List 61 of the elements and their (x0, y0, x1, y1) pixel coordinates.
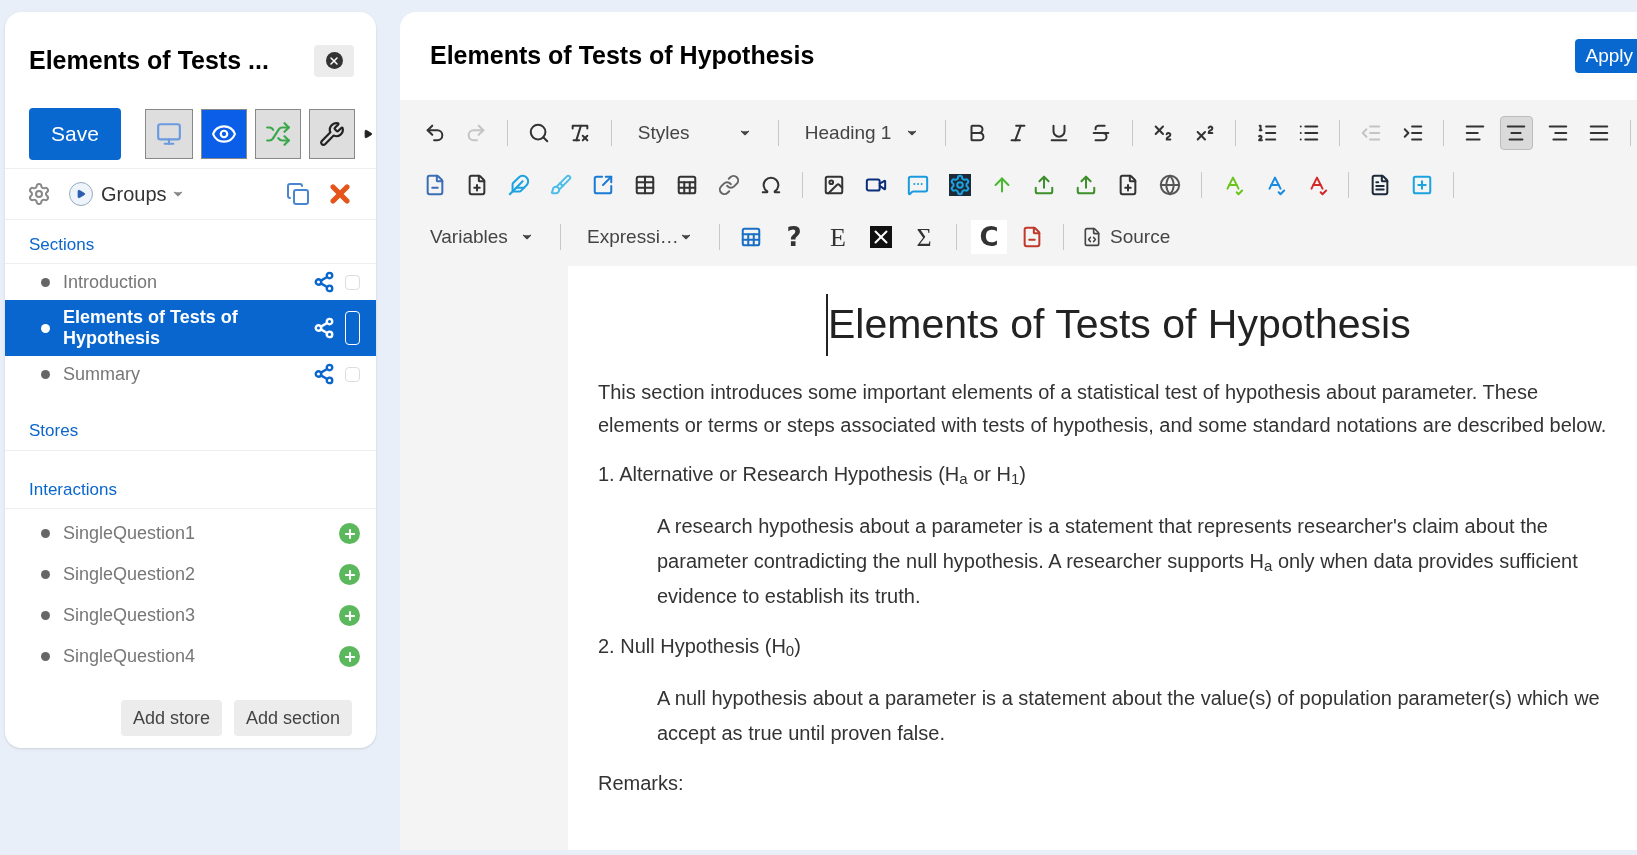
section-label: Introduction (63, 271, 159, 293)
groups-dropdown[interactable]: Groups (101, 178, 185, 209)
align-center-icon[interactable] (1499, 116, 1534, 150)
section-heading: Stores (29, 421, 79, 440)
section-label: Elements of Tests of Hypothesis (63, 307, 239, 349)
section-item[interactable]: Summary (5, 356, 376, 392)
bullet-icon (41, 277, 50, 287)
symbol-button[interactable]: C (971, 220, 1007, 254)
more-arrow-icon (363, 128, 373, 139)
share-icon[interactable] (313, 271, 335, 293)
list-heading: 1. Alternative or Research Hypothesis (H$_{a}$ or H$_{1}$) (598, 461, 1027, 490)
interaction-item[interactable]: SingleQuestion1 (63, 520, 196, 547)
toolbar-dropdown[interactable]: Expressi… (575, 220, 705, 254)
shuffle-icon (265, 120, 291, 147)
interaction-item[interactable]: SingleQuestion2 (63, 561, 196, 588)
list-heading: 2. Null Hypothesis (H$_{0}$) (598, 633, 802, 662)
bullet-icon (41, 323, 50, 333)
checkbox[interactable] (345, 366, 360, 382)
symbol-button[interactable]: E (820, 220, 856, 254)
settings-icon[interactable] (27, 181, 51, 206)
bullet-icon (41, 652, 50, 661)
panel-button[interactable]: Add section (233, 700, 352, 736)
section-label: Summary (63, 363, 141, 385)
windows-icon[interactable] (286, 181, 310, 206)
section-heading: Interactions (29, 479, 117, 499)
save-button[interactable]: Save (29, 107, 121, 160)
indented-paragraph: A null hypothesis about a parameter is a statement about the value(s) of population parameter(s) which we accept as true until proven false. (657, 685, 1601, 746)
source-icon (1082, 227, 1102, 247)
source-button[interactable]: Source (1078, 220, 1175, 254)
monitor-icon (156, 120, 182, 147)
tools-icon (319, 120, 345, 147)
symbol-button[interactable]: Σ (906, 220, 942, 254)
document-heading: Elements of Tests of Hypothesis (826, 294, 1411, 356)
interaction-item[interactable]: SingleQuestion4 (63, 643, 196, 670)
bullet-icon (41, 570, 50, 579)
share-icon[interactable] (313, 317, 335, 339)
paragraph: Remarks: (598, 770, 685, 796)
section-item[interactable]: Elements of Tests of Hypothesis (5, 300, 376, 356)
interaction-item[interactable]: SingleQuestion3 (63, 602, 196, 629)
bullet-icon (41, 611, 50, 620)
play-icon[interactable] (69, 181, 93, 206)
panel-title: Elements of Tests ... (29, 45, 269, 76)
share-icon[interactable] (313, 363, 335, 385)
checkbox[interactable] (345, 274, 360, 290)
toolbar-dropdown[interactable]: Styles (625, 116, 764, 150)
close-icon (325, 52, 343, 70)
mode-button[interactable] (309, 108, 355, 159)
mode-button[interactable] (201, 108, 247, 159)
toolbar-dropdown[interactable]: Variables (418, 220, 546, 254)
bullet-icon (41, 369, 50, 379)
paragraph: This section introduces some important elements of a statistical test of hypothesis about parameter. These elements or terms or steps associated with tests of hypothesis, and some standard notations are described below. (598, 379, 1608, 438)
toolbar-dropdown[interactable]: Heading 1 (792, 116, 931, 150)
apply-button[interactable]: Apply (1575, 39, 1637, 73)
editor-title: Elements of Tests of Hypothesis (430, 40, 815, 72)
indented-paragraph: A research hypothesis about a parameter is a statement that represents researcher's claim about the parameter contradicting the null hypothesis. A researcher supports H$_{a}$ only when data provides sufficient evidence to establish its truth. (657, 513, 1579, 609)
panel-button[interactable]: Add store (120, 700, 222, 736)
symbol-button[interactable]: ? (776, 220, 812, 254)
close-button[interactable] (314, 44, 354, 77)
bullet-icon (41, 529, 50, 538)
section-heading: Sections (29, 234, 95, 254)
section-item[interactable]: Introduction (5, 264, 376, 300)
